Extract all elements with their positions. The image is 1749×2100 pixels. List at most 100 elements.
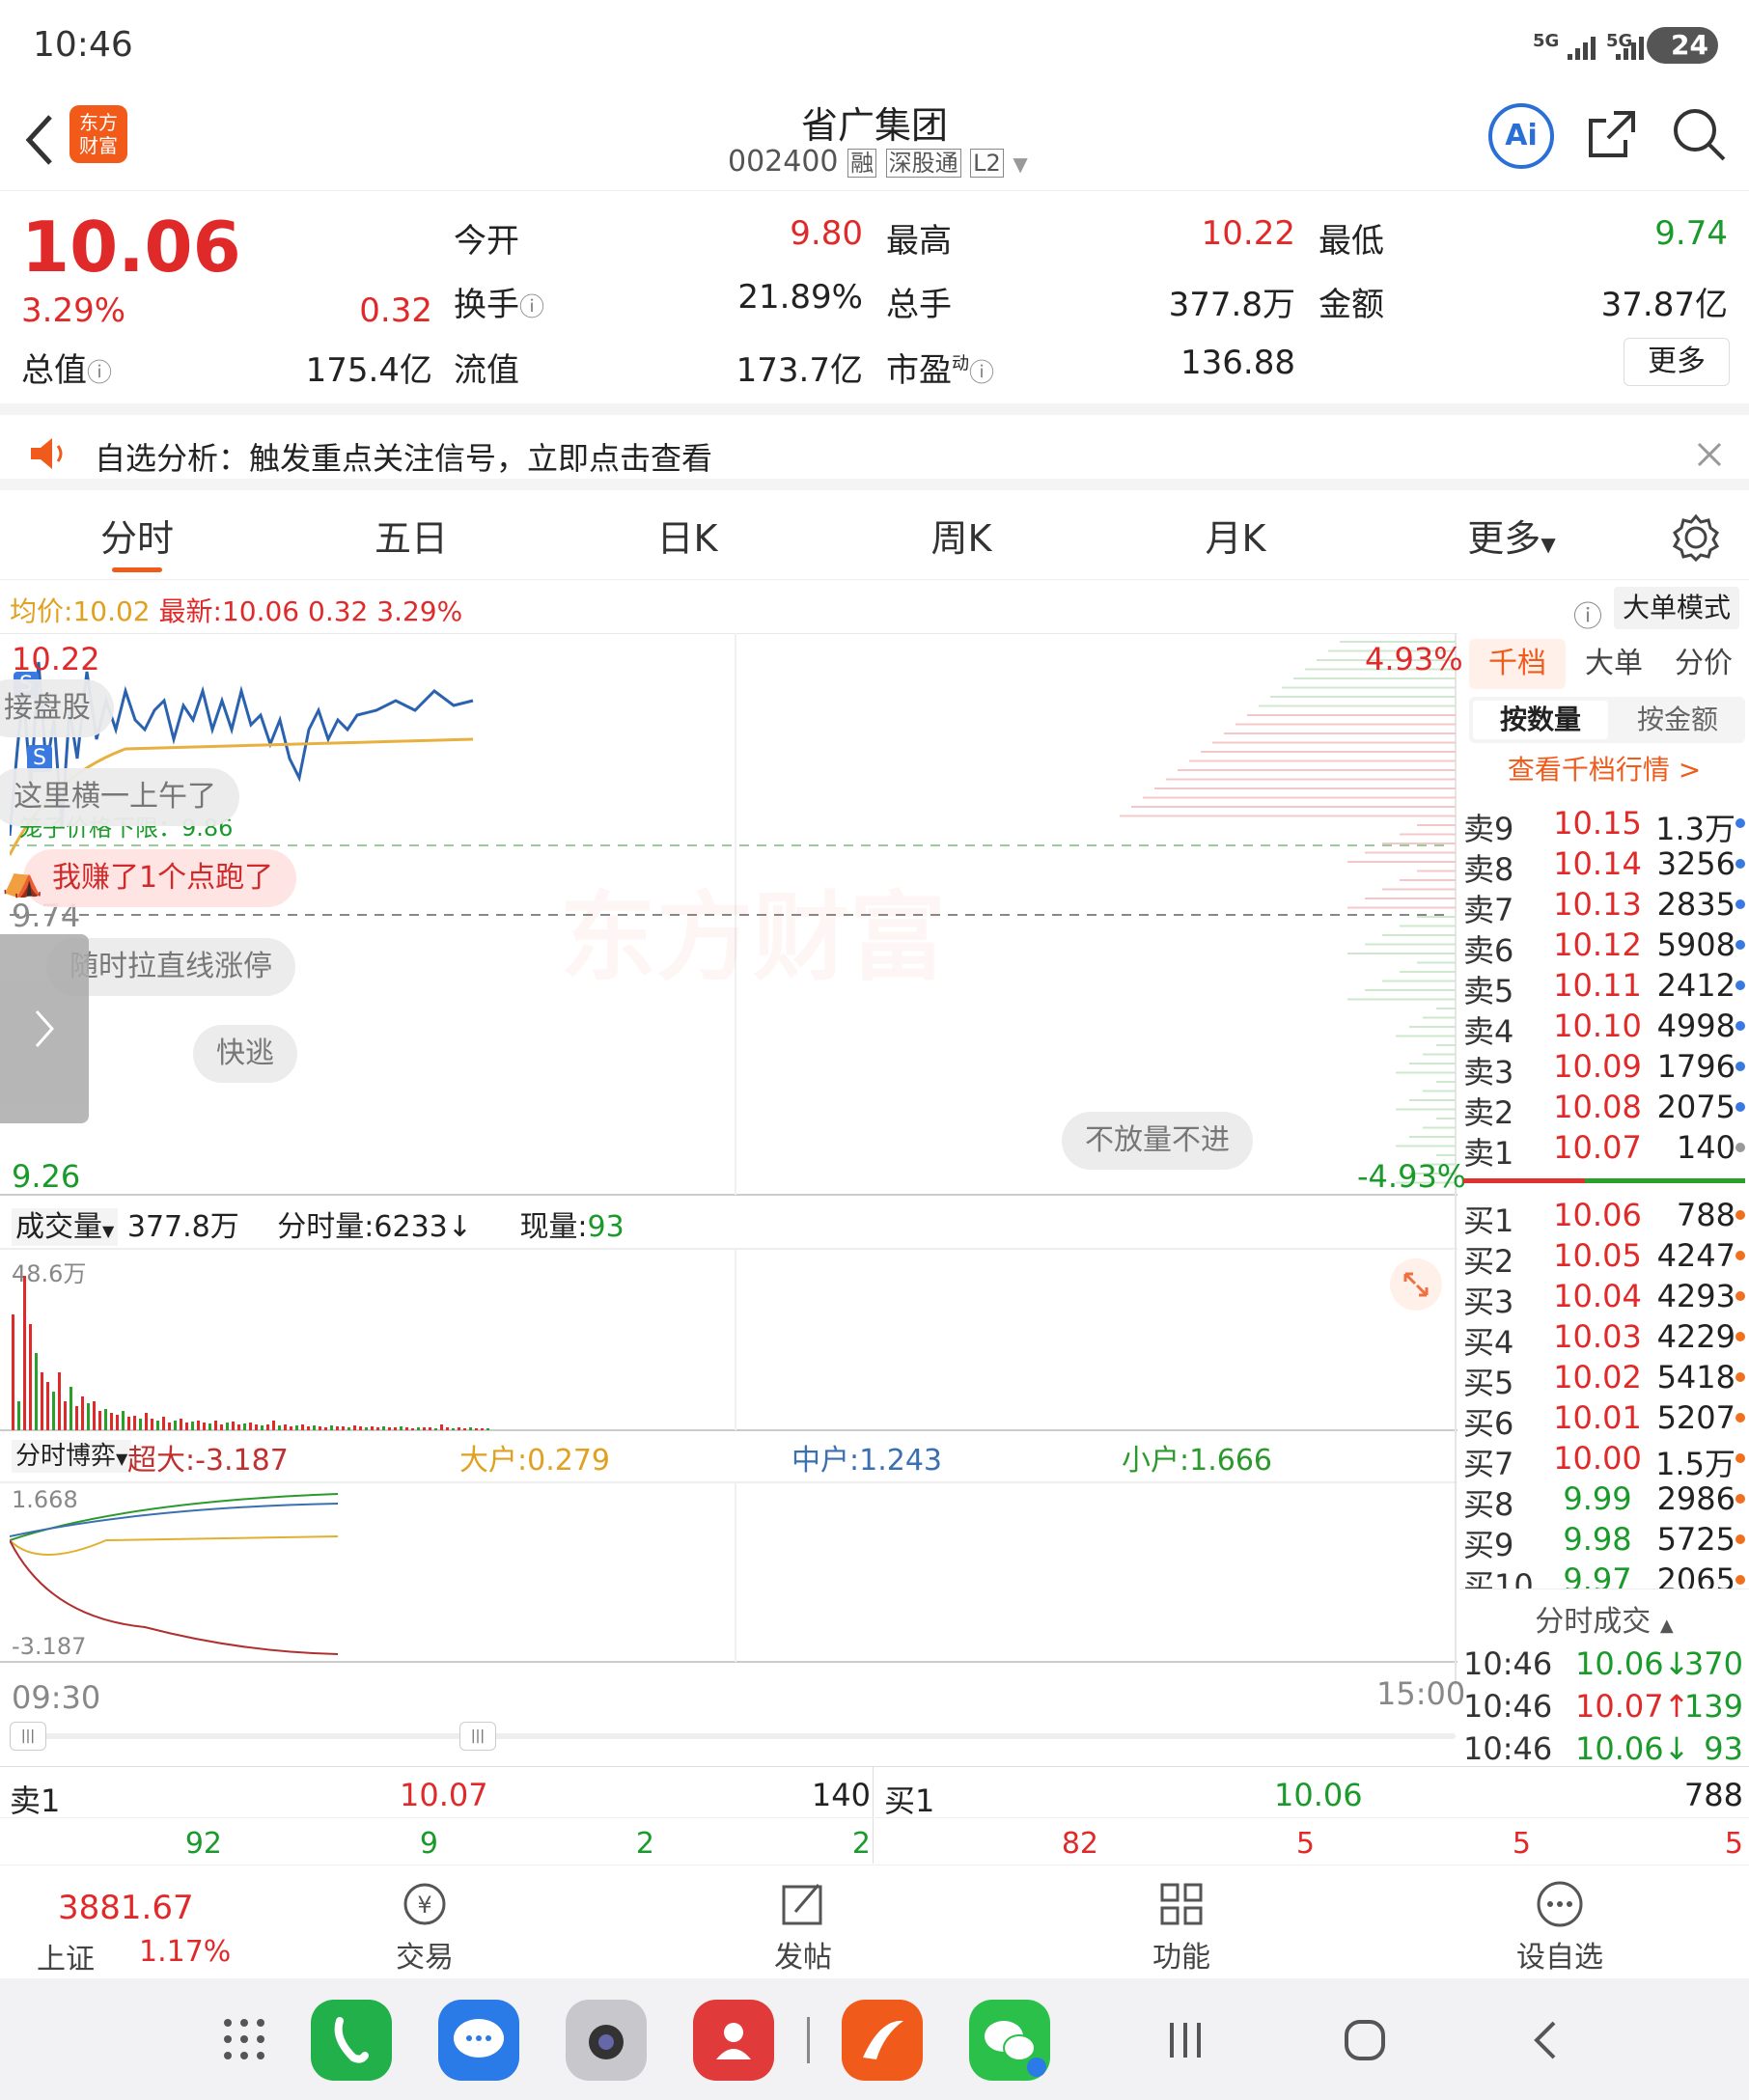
subtab-by-quantity[interactable]: 按数量 — [1473, 701, 1608, 739]
wechat-app-icon[interactable] — [969, 2000, 1050, 2081]
tab-price-distribution[interactable]: 分价 — [1658, 639, 1749, 689]
tab-five-day[interactable]: 五日 — [315, 490, 508, 579]
tab-big-order[interactable]: 大单 — [1573, 639, 1654, 689]
bid-row[interactable]: 买8 9.99 2986 — [1459, 1480, 1749, 1523]
recents-icon[interactable] — [1164, 2021, 1207, 2059]
home-icon[interactable] — [1344, 2019, 1386, 2061]
share-icon[interactable] — [1583, 105, 1641, 163]
bid-row[interactable]: 买5 10.02 5418 — [1459, 1359, 1749, 1401]
ask-row[interactable]: 卖7 10.13 2835 — [1459, 886, 1749, 928]
gear-icon[interactable] — [1672, 513, 1720, 562]
messages-app-icon[interactable] — [438, 2000, 519, 2081]
ask-row[interactable]: 卖1 10.07 140 — [1459, 1129, 1749, 1172]
level-dot-icon — [1735, 1102, 1745, 1112]
signal-tip-bar[interactable]: 自选分析：触发重点关注信号，立即点击查看 — [0, 403, 1749, 490]
level-qty: 5908 — [1656, 926, 1735, 963]
depth-bar — [1247, 714, 1456, 716]
comment-bubble[interactable]: 我赚了1个点跑了 — [23, 849, 297, 907]
ask-row[interactable]: 卖2 10.08 2075 — [1459, 1089, 1749, 1131]
active-tab-indicator — [112, 567, 162, 572]
post-button[interactable]: 发帖 — [736, 1875, 871, 1975]
volume-bar — [365, 1427, 368, 1430]
big-order-mode-button[interactable]: 大单模式 — [1614, 587, 1739, 629]
intraday-chart[interactable]: 均价:10.02 最新:10.06 0.32 3.29% ⓘ 大单模式 东方财富… — [0, 579, 1739, 1766]
ask-row[interactable]: 卖9 10.15 1.3万 — [1459, 805, 1749, 847]
volume-bar — [139, 1419, 142, 1430]
volume-selector[interactable]: 成交量▼ — [12, 1208, 119, 1246]
bid-row[interactable]: 买7 10.00 1.5万 — [1459, 1440, 1749, 1482]
volume-bar — [417, 1427, 420, 1430]
ask-row[interactable]: 卖4 10.10 4998 — [1459, 1008, 1749, 1050]
features-button[interactable]: 功能 — [1114, 1875, 1249, 1975]
comment-bubble[interactable]: 快逃 — [193, 1025, 297, 1083]
bid-row[interactable]: 买4 10.03 4229 — [1459, 1318, 1749, 1361]
time-sales-header[interactable]: 分时成交 ▲ — [1459, 1597, 1749, 1640]
close-icon[interactable] — [1695, 440, 1724, 469]
comment-bubble[interactable]: 不放量不进 — [1062, 1112, 1253, 1170]
tab-more[interactable]: 更多▼ — [1415, 490, 1608, 579]
tab-daily-k[interactable]: 日K — [591, 490, 784, 579]
ask-row[interactable]: 卖8 10.14 3256 — [1459, 845, 1749, 888]
ask-row[interactable]: 卖3 10.09 1796 — [1459, 1048, 1749, 1091]
subtab-by-amount[interactable]: 按金额 — [1610, 701, 1745, 739]
camera-app-icon[interactable] — [566, 2000, 647, 2081]
volume-bar — [266, 1424, 269, 1430]
ai-button[interactable]: Ai — [1488, 103, 1554, 169]
side-drawer-handle[interactable] — [0, 934, 89, 1123]
range-handle-left[interactable]: ||| — [10, 1722, 46, 1751]
bid-row[interactable]: 买9 9.98 5725 — [1459, 1521, 1749, 1563]
mcap-label[interactable]: 总值ⓘ — [21, 344, 112, 391]
tab-intraday[interactable]: 分时 — [41, 490, 234, 579]
search-icon[interactable] — [1670, 105, 1728, 163]
level-label: 卖9 — [1463, 811, 1514, 847]
bid-row[interactable]: 买6 10.01 5207 — [1459, 1399, 1749, 1442]
ask-row[interactable]: 卖5 10.11 2412 — [1459, 967, 1749, 1009]
dropdown-icon: ▼ — [102, 1222, 115, 1240]
bid-row[interactable]: 买1 10.06 788 — [1459, 1197, 1749, 1239]
back-icon[interactable] — [1531, 2019, 1560, 2061]
time-sales[interactable]: 分时成交 ▲ 10:46 10.06↓ 370 10:46 10.07↑ 139 10:46… — [1459, 1589, 1749, 1767]
more-button[interactable]: 更多 — [1624, 338, 1730, 386]
apps-grid-icon[interactable] — [222, 2017, 266, 2061]
index-ticker[interactable]: 3881.67 上证 1.17% — [19, 1875, 270, 1976]
depth-bar — [1436, 1154, 1456, 1156]
orderbook-tabs: 千档 大单 分价 按数量 按金额 查看千档行情 > — [1459, 633, 1749, 786]
bid-ratio-bar — [1585, 1178, 1745, 1183]
range-scrollbar[interactable] — [10, 1733, 1456, 1739]
level-label: 卖6 — [1463, 932, 1514, 969]
view-thousand-level-link[interactable]: 查看千档行情 > — [1459, 749, 1749, 788]
add-watchlist-button[interactable]: 设自选 — [1492, 1875, 1627, 1975]
bid-row[interactable]: 买2 10.05 4247 — [1459, 1237, 1749, 1280]
phone-app-icon[interactable] — [311, 2000, 392, 2081]
battery-level: 24 — [1671, 29, 1708, 61]
volume-bar — [98, 1411, 101, 1430]
tab-monthly-k[interactable]: 月K — [1139, 490, 1332, 579]
volume-bar — [458, 1427, 460, 1430]
level-label: 卖2 — [1463, 1094, 1514, 1131]
depth-bar — [1347, 861, 1456, 863]
depth-bar — [1400, 833, 1456, 836]
ask-row[interactable]: 卖6 10.12 5908 — [1459, 926, 1749, 969]
volume-bar — [29, 1324, 32, 1430]
bid-row[interactable]: 买10 9.97 2065 — [1459, 1561, 1749, 1589]
comment-bubble[interactable]: 这里横一上午了 — [0, 768, 239, 826]
capital-lines — [10, 1493, 339, 1655]
contacts-app-icon[interactable] — [693, 2000, 774, 2081]
tab-weekly-k[interactable]: 周K — [865, 490, 1058, 579]
volume-bar — [197, 1421, 200, 1430]
chart-tabs: 分时 五日 日K 周K 月K 更多▼ — [0, 490, 1749, 580]
stock-code-line[interactable]: 002400 融 深股通 L2 ▼ — [728, 144, 1028, 179]
turnover-label[interactable]: 换手ⓘ — [454, 278, 544, 325]
comment-bubble[interactable]: 接盘股 — [0, 679, 114, 737]
range-handle-right[interactable]: ||| — [459, 1722, 496, 1751]
help-icon[interactable]: ⓘ — [1573, 593, 1602, 635]
eastmoney-app-icon[interactable] — [842, 2000, 923, 2081]
expand-icon[interactable] — [1390, 1258, 1442, 1311]
game-selector[interactable]: 分时博弈▼ — [12, 1440, 132, 1473]
ask-ratio-bar — [1463, 1178, 1585, 1183]
bid-row[interactable]: 买3 10.04 4293 — [1459, 1278, 1749, 1320]
tab-thousand-level[interactable]: 千档 — [1469, 639, 1566, 689]
volume-bar — [35, 1353, 38, 1430]
trade-button[interactable]: ¥ 交易 — [357, 1875, 492, 1975]
pe-label[interactable]: 市盈动ⓘ — [886, 344, 994, 391]
